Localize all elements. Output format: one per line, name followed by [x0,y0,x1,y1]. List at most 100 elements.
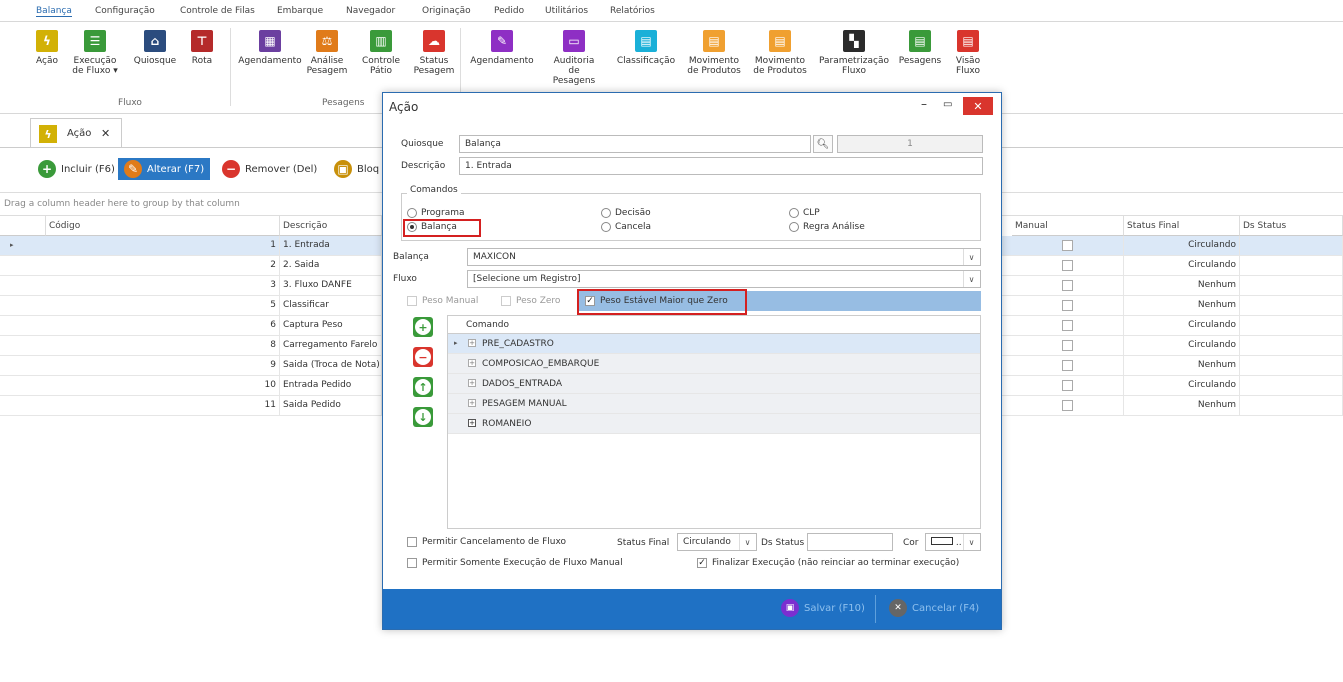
ds-status-field[interactable] [807,533,893,551]
quiosque-button[interactable]: ⌂ Quiosque [132,30,178,66]
maximize-button[interactable]: ▭ [943,99,952,110]
cancelar-button[interactable]: ✕ Cancelar (F4) [889,599,979,617]
manual-checkbox[interactable] [1062,280,1073,291]
agendamento-button[interactable]: ▦ Agendamento [238,30,302,66]
quiosque-field[interactable]: Balança [459,135,811,153]
tab-balanca[interactable]: Balança [36,6,72,17]
acao-dialog: Ação – ▭ ✕ Quiosque Balança 🔍︎ 1 Descriç… [382,92,1002,630]
dialog-close-button[interactable]: ✕ [963,97,993,115]
acao-button[interactable]: ϟ Ação [32,30,62,66]
status-pesagem-button[interactable]: ☁ Status Pesagem [412,30,456,76]
incluir-button[interactable]: + Incluir (F6) [38,158,121,180]
tab-controle-de-filas[interactable]: Controle de Filas [180,6,255,16]
list-item[interactable]: + ROMANEIO [448,414,980,434]
cell-manual [1012,396,1124,416]
cell-ds-status [1240,396,1343,416]
pesagens-button[interactable]: ▤ Pesagens [896,30,944,66]
radio-decisao[interactable]: Decisão [601,208,651,218]
expand-icon[interactable]: + [468,359,476,367]
tab-embarque[interactable]: Embarque [277,6,323,16]
search-icon[interactable]: 🔍︎ [813,135,833,153]
auditoria-de-pesagens-button[interactable]: ▭ Auditoria de Pesagens [546,30,602,86]
cell-ds-status [1240,236,1343,256]
tab-relatorios[interactable]: Relatórios [610,6,655,16]
column-header-status-final[interactable]: Status Final [1124,216,1240,236]
peso-zero-checkbox[interactable]: Peso Zero [501,296,560,306]
column-header-comando[interactable]: Comando [448,316,980,334]
document-tab-acao[interactable]: ϟ Ação ✕ [30,118,122,148]
tab-navegador[interactable]: Navegador [346,6,395,16]
salvar-button[interactable]: ▣ Salvar (F10) [781,599,865,617]
chevron-down-icon[interactable]: ∨ [963,534,979,550]
manual-checkbox[interactable] [1062,340,1073,351]
manual-checkbox[interactable] [1062,360,1073,371]
minimize-button[interactable]: – [921,97,927,111]
remove-command-button[interactable]: − [413,347,433,367]
manual-checkbox[interactable] [1062,240,1073,251]
peso-manual-checkbox[interactable]: Peso Manual [407,296,478,306]
list-item[interactable]: ▸ + PRE_CADASTRO [448,334,980,354]
radio-programa[interactable]: Programa [407,208,465,218]
alterar-button[interactable]: ✎ Alterar (F7) [118,158,211,180]
rota-button[interactable]: ⊤ Rota [188,30,216,66]
parametrizacao-fluxo-button[interactable]: ▚ Parametrização Fluxo [816,30,892,76]
tab-pedido[interactable]: Pedido [494,6,524,16]
analise-pesagem-button[interactable]: ⚖ Análise Pesagem [306,30,348,76]
manual-checkbox[interactable] [1062,300,1073,311]
movimento-de-produtos-button[interactable]: ▤ Movimento de Produtos [684,30,744,76]
movimento-de-produtos-2-button[interactable]: ▤ Movimento de Produtos [750,30,810,76]
list-item[interactable]: + PESAGEM MANUAL [448,394,980,414]
permitir-cancelamento-checkbox[interactable]: Permitir Cancelamento de Fluxo [407,537,566,547]
manual-checkbox[interactable] [1062,380,1073,391]
cell-descricao: Captura Peso [280,316,382,336]
radio-clp[interactable]: CLP [789,208,820,218]
descricao-field[interactable]: 1. Entrada [459,157,983,175]
bloquear-button[interactable]: ▣ Bloq [334,158,385,180]
cell-manual [1012,356,1124,376]
cell-descricao: 3. Fluxo DANFE [280,276,382,296]
close-icon[interactable]: ✕ [101,127,110,140]
minus-icon: − [415,349,431,365]
radio-regra-analise[interactable]: Regra Análise [789,222,865,232]
expand-icon[interactable]: + [468,399,476,407]
group-separator [230,28,231,106]
column-header-manual[interactable]: Manual [1012,216,1124,236]
finalizar-execucao-checkbox[interactable]: ✓ Finalizar Execução (não reinciar ao ter… [697,558,959,568]
expand-icon[interactable]: + [468,379,476,387]
balanca-select[interactable]: MAXICON [467,248,981,266]
fluxo-select[interactable]: [Selecione um Registro] [467,270,981,288]
move-up-button[interactable]: ↑ [413,377,433,397]
execucao-de-fluxo-button[interactable]: ☰ Execução de Fluxo ▾ [72,30,118,76]
permitir-somente-checkbox[interactable]: Permitir Somente Execução de Fluxo Manua… [407,558,623,568]
tab-originacao[interactable]: Originação [422,6,471,16]
radio-cancela[interactable]: Cancela [601,222,651,232]
controle-patio-button[interactable]: ▥ Controle Pátio [358,30,404,76]
classificacao-button[interactable]: ▤ Classificação [616,30,676,66]
chevron-down-icon[interactable]: ∨ [739,534,755,550]
tab-utilitarios[interactable]: Utilitários [545,6,588,16]
cell-manual [1012,376,1124,396]
manual-checkbox[interactable] [1062,400,1073,411]
row-indicator-header [0,216,46,236]
lightning-icon: ϟ [39,125,57,143]
cell-ds-status [1240,276,1343,296]
visao-fluxo-button[interactable]: ▤ Visão Fluxo [950,30,986,76]
agendamento-2-button[interactable]: ✎ Agendamento [470,30,534,66]
chevron-down-icon[interactable]: ∨ [963,249,979,265]
comando-label: PRE_CADASTRO [482,339,554,349]
list-item[interactable]: + DADOS_ENTRADA [448,374,980,394]
column-header-ds-status[interactable]: Ds Status [1240,216,1343,236]
chevron-down-icon[interactable]: ∨ [963,271,979,287]
column-header-descricao[interactable]: Descrição [280,216,382,236]
tab-configuracao[interactable]: Configuração [95,6,155,16]
add-command-button[interactable]: + [413,317,433,337]
column-header-codigo[interactable]: Código [46,216,280,236]
manual-checkbox[interactable] [1062,320,1073,331]
comandos-legend: Comandos [407,185,461,195]
remover-button[interactable]: − Remover (Del) [222,158,323,180]
expand-icon[interactable]: + [468,339,476,347]
move-down-button[interactable]: ↓ [413,407,433,427]
expand-icon[interactable]: + [468,419,476,427]
manual-checkbox[interactable] [1062,260,1073,271]
list-item[interactable]: + COMPOSICAO_EMBARQUE [448,354,980,374]
